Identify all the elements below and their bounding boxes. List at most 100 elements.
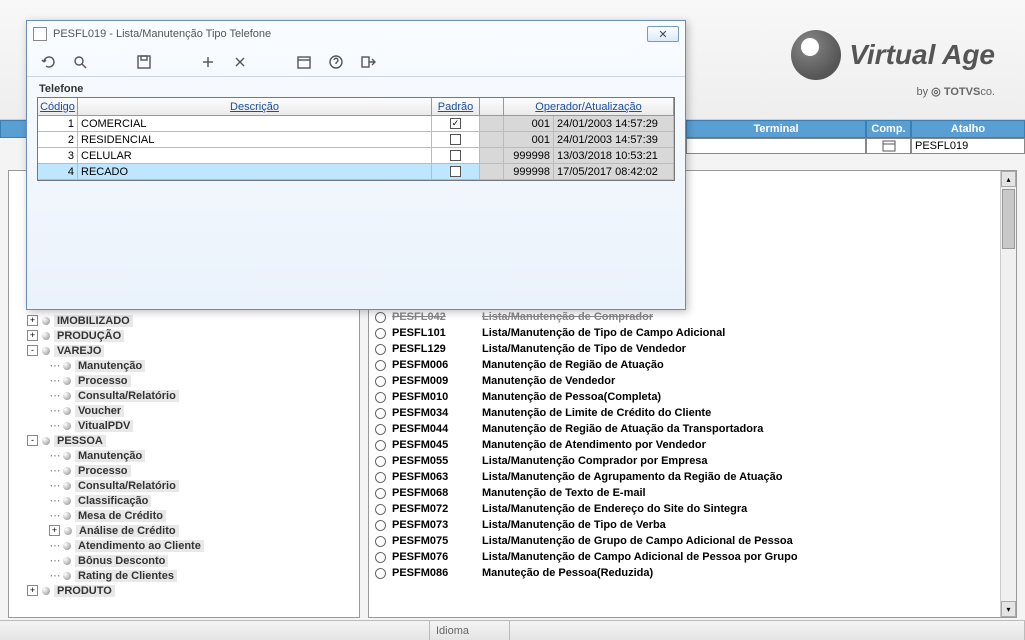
list-item[interactable]: PESFL129Lista/Manutenção de Tipo de Vend… (369, 341, 1000, 357)
cell-padrao[interactable] (432, 132, 480, 147)
tree-toggle[interactable]: + (27, 585, 38, 596)
col-operador[interactable]: Operador/Atualização (504, 98, 674, 115)
calendar-icon[interactable] (295, 53, 313, 71)
search-icon[interactable] (71, 53, 89, 71)
list-item[interactable]: PESFL042Lista/Manutenção de Comprador (369, 309, 1000, 325)
list-item[interactable]: PESFM006Manutenção de Região de Atuação (369, 357, 1000, 373)
cell-padrao[interactable] (432, 164, 480, 179)
tree-toggle[interactable]: - (27, 435, 38, 446)
tree-leaf[interactable]: ⋯Manutenção (9, 358, 359, 373)
radio-icon[interactable] (375, 456, 386, 467)
tree-leaf[interactable]: ⋯Classificação (9, 493, 359, 508)
list-item[interactable]: PESFM045Manutenção de Atendimento por Ve… (369, 437, 1000, 453)
tree-toggle[interactable]: + (27, 330, 38, 341)
list-scrollbar[interactable]: ▴ ▾ (1000, 171, 1016, 617)
tree-node[interactable]: -PESSOA (9, 433, 359, 448)
radio-icon[interactable] (375, 472, 386, 483)
radio-icon[interactable] (375, 376, 386, 387)
help-icon[interactable] (327, 53, 345, 71)
list-item[interactable]: PESFL101Lista/Manutenção de Tipo de Camp… (369, 325, 1000, 341)
list-item[interactable]: PESFM075Lista/Manutenção de Grupo de Cam… (369, 533, 1000, 549)
list-item[interactable]: PESFM086Manuteção de Pessoa(Reduzida) (369, 565, 1000, 581)
radio-icon[interactable] (375, 520, 386, 531)
modal-close-button[interactable]: ✕ (647, 26, 679, 42)
cell-descricao[interactable]: RESIDENCIAL (78, 132, 432, 147)
tree-leaf[interactable]: ⋯Manutenção (9, 448, 359, 463)
tree-leaf[interactable]: ⋯Voucher (9, 403, 359, 418)
tree-leaf[interactable]: ⋯VitualPDV (9, 418, 359, 433)
checkbox-icon[interactable] (450, 134, 461, 145)
grid-row[interactable]: 4RECADO99999817/05/2017 08:42:02 (38, 164, 674, 180)
list-item[interactable]: PESFM068Manutenção de Texto de E-mail (369, 485, 1000, 501)
tree-node[interactable]: +Análise de Crédito (9, 523, 359, 538)
grid-row[interactable]: 2RESIDENCIAL00124/01/2003 14:57:39 (38, 132, 674, 148)
cell-codigo[interactable]: 1 (38, 116, 78, 131)
exit-icon[interactable] (359, 53, 377, 71)
tree-leaf[interactable]: ⋯Consulta/Relatório (9, 478, 359, 493)
atalho-cell[interactable]: PESFL019 (911, 138, 1025, 154)
tree-toggle[interactable]: + (49, 525, 60, 536)
list-item[interactable]: PESFM010Manutenção de Pessoa(Completa) (369, 389, 1000, 405)
radio-icon[interactable] (375, 536, 386, 547)
cell-codigo[interactable]: 4 (38, 164, 78, 179)
tree-node[interactable]: +IMOBILIZADO (9, 313, 359, 328)
scroll-up-button[interactable]: ▴ (1001, 171, 1016, 187)
status-idioma[interactable]: Idioma (430, 621, 510, 640)
radio-icon[interactable] (375, 360, 386, 371)
tree-node[interactable]: +PRODUÇÃO (9, 328, 359, 343)
modal-titlebar[interactable]: PESFL019 - Lista/Manutenção Tipo Telefon… (27, 21, 685, 47)
col-descricao[interactable]: Descrição (78, 98, 432, 115)
tree-toggle[interactable]: - (27, 345, 38, 356)
list-item[interactable]: PESFM076Lista/Manutenção de Campo Adicio… (369, 549, 1000, 565)
list-item[interactable]: PESFM072Lista/Manutenção de Endereço do … (369, 501, 1000, 517)
grid-row[interactable]: 1COMERCIAL✓00124/01/2003 14:57:29 (38, 116, 674, 132)
tree-leaf[interactable]: ⋯Mesa de Crédito (9, 508, 359, 523)
tree-leaf[interactable]: ⋯Processo (9, 373, 359, 388)
list-item[interactable]: PESFM034Manutenção de Limite de Crédito … (369, 405, 1000, 421)
radio-icon[interactable] (375, 440, 386, 451)
cell-codigo[interactable]: 2 (38, 132, 78, 147)
grid-row[interactable]: 3CELULAR99999813/03/2018 10:53:21 (38, 148, 674, 164)
tree-leaf[interactable]: ⋯Consulta/Relatório (9, 388, 359, 403)
list-item[interactable]: PESFM009Manutenção de Vendedor (369, 373, 1000, 389)
tree-leaf[interactable]: ⋯Rating de Clientes (9, 568, 359, 583)
scroll-down-button[interactable]: ▾ (1001, 601, 1016, 617)
cell-padrao[interactable]: ✓ (432, 116, 480, 131)
checkbox-icon[interactable]: ✓ (450, 118, 461, 129)
radio-icon[interactable] (375, 408, 386, 419)
tree-toggle[interactable]: + (27, 315, 38, 326)
cell-padrao[interactable] (432, 148, 480, 163)
tree-leaf[interactable]: ⋯Processo (9, 463, 359, 478)
radio-icon[interactable] (375, 344, 386, 355)
checkbox-icon[interactable] (450, 150, 461, 161)
tree-leaf[interactable]: ⋯Bônus Desconto (9, 553, 359, 568)
col-codigo[interactable]: Código (38, 98, 78, 115)
radio-icon[interactable] (375, 504, 386, 515)
cell-descricao[interactable]: COMERCIAL (78, 116, 432, 131)
tree-node[interactable]: -VAREJO (9, 343, 359, 358)
list-item[interactable]: PESFM063Lista/Manutenção de Agrupamento … (369, 469, 1000, 485)
radio-icon[interactable] (375, 568, 386, 579)
scroll-thumb[interactable] (1002, 189, 1015, 249)
tree-node[interactable]: +PRODUTO (9, 583, 359, 598)
radio-icon[interactable] (375, 312, 386, 323)
add-icon[interactable] (199, 53, 217, 71)
list-item[interactable]: PESFM044Manutenção de Região de Atuação … (369, 421, 1000, 437)
radio-icon[interactable] (375, 328, 386, 339)
col-padrao[interactable]: Padrão (432, 98, 480, 115)
delete-icon[interactable] (231, 53, 249, 71)
radio-icon[interactable] (375, 552, 386, 563)
radio-icon[interactable] (375, 424, 386, 435)
list-item[interactable]: PESFM055Lista/Manutenção Comprador por E… (369, 453, 1000, 469)
radio-icon[interactable] (375, 488, 386, 499)
cell-descricao[interactable]: RECADO (78, 164, 432, 179)
checkbox-icon[interactable] (450, 166, 461, 177)
tree-leaf[interactable]: ⋯Atendimento ao Cliente (9, 538, 359, 553)
cell-codigo[interactable]: 3 (38, 148, 78, 163)
radio-icon[interactable] (375, 392, 386, 403)
list-item[interactable]: PESFM073Lista/Manutenção de Tipo de Verb… (369, 517, 1000, 533)
comp-cell[interactable] (866, 138, 911, 154)
save-icon[interactable] (135, 53, 153, 71)
undo-icon[interactable] (39, 53, 57, 71)
cell-descricao[interactable]: CELULAR (78, 148, 432, 163)
